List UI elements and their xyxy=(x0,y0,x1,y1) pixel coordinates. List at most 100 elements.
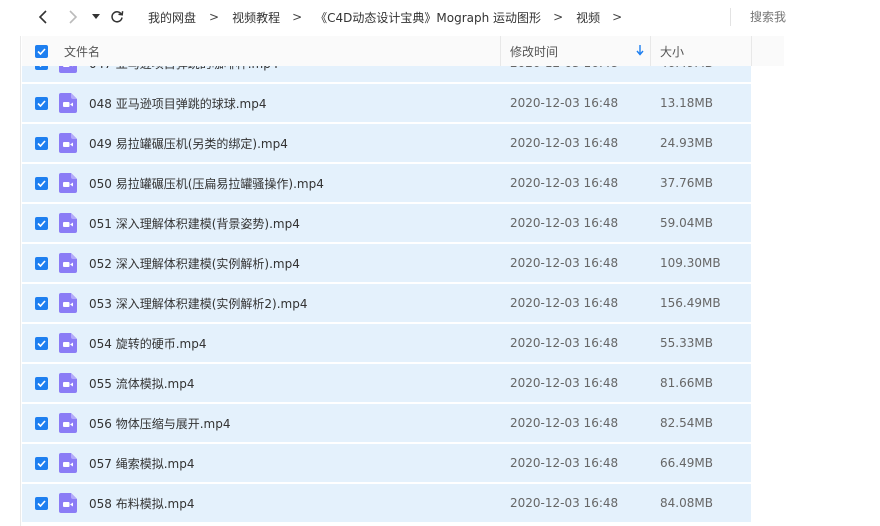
checkbox[interactable] xyxy=(35,496,48,510)
row-checkbox[interactable] xyxy=(35,124,48,162)
file-row[interactable]: 054 旋转的硬币.mp4 2020-12-03 16:48 55.33MB xyxy=(22,324,784,362)
video-file-icon xyxy=(59,364,77,402)
file-row[interactable]: 051 深入理解体积建模(背景姿势).mp4 2020-12-03 16:48 … xyxy=(22,204,784,242)
checkbox[interactable] xyxy=(35,296,48,310)
file-row[interactable]: 047 亚马逊项目弹跳的咖啡杯.mp4 2020-12-03 16:48 46.… xyxy=(22,66,784,82)
checkmark-icon xyxy=(37,459,46,467)
row-spacer xyxy=(751,84,784,122)
divider xyxy=(730,8,731,26)
file-row[interactable]: 053 深入理解体积建模(实例解析2).mp4 2020-12-03 16:48… xyxy=(22,284,784,322)
checkmark-icon xyxy=(37,379,46,387)
breadcrumb-item-videos[interactable]: 视频 xyxy=(576,9,600,26)
row-spacer xyxy=(751,164,784,202)
row-spacer xyxy=(751,284,784,322)
file-name[interactable]: 048 亚马逊项目弹跳的球球.mp4 xyxy=(89,84,266,122)
breadcrumb-separator: > xyxy=(612,10,623,24)
checkbox[interactable] xyxy=(35,136,48,150)
select-all-checkbox[interactable] xyxy=(35,36,48,66)
file-name[interactable]: 055 流体模拟.mp4 xyxy=(89,364,194,402)
forward-button[interactable] xyxy=(64,6,82,28)
file-row[interactable]: 056 物体压缩与展开.mp4 2020-12-03 16:48 82.54MB xyxy=(22,404,784,442)
row-checkbox[interactable] xyxy=(35,66,48,82)
row-checkbox[interactable] xyxy=(35,164,48,202)
file-row[interactable]: 048 亚马逊项目弹跳的球球.mp4 2020-12-03 16:48 13.1… xyxy=(22,84,784,122)
file-size: 109.30MB xyxy=(660,256,721,270)
file-row[interactable]: 058 布料模拟.mp4 2020-12-03 16:48 84.08MB xyxy=(22,484,784,522)
file-row[interactable]: 057 绳索模拟.mp4 2020-12-03 16:48 66.49MB xyxy=(22,444,784,482)
file-row[interactable]: 050 易拉罐碾压机(压扁易拉罐骚操作).mp4 2020-12-03 16:4… xyxy=(22,164,784,202)
file-name[interactable]: 052 深入理解体积建模(实例解析).mp4 xyxy=(89,244,300,282)
file-modified-date: 2020-12-03 16:48 xyxy=(510,296,619,310)
row-checkbox[interactable] xyxy=(35,404,48,442)
checkbox[interactable] xyxy=(35,336,48,350)
file-row[interactable]: 052 深入理解体积建模(实例解析).mp4 2020-12-03 16:48 … xyxy=(22,244,784,282)
checkbox[interactable] xyxy=(35,256,48,270)
checkbox[interactable] xyxy=(35,416,48,430)
row-spacer xyxy=(751,324,784,362)
file-name[interactable]: 053 深入理解体积建模(实例解析2).mp4 xyxy=(89,284,307,322)
file-name[interactable]: 047 亚马逊项目弹跳的咖啡杯.mp4 xyxy=(89,66,278,82)
breadcrumb-item-c4d-course[interactable]: 《C4D动态设计宝典》Mograph 运动图形 xyxy=(315,9,541,26)
row-spacer xyxy=(751,244,784,282)
checkbox[interactable] xyxy=(35,66,48,70)
video-file-icon xyxy=(59,164,77,202)
refresh-button[interactable] xyxy=(108,6,126,28)
search-input[interactable] xyxy=(750,8,790,26)
checkbox[interactable] xyxy=(35,44,48,58)
breadcrumb: 我的网盘 > 视频教程 > 《C4D动态设计宝典》Mograph 运动图形 > … xyxy=(148,0,635,34)
row-checkbox[interactable] xyxy=(35,484,48,522)
column-divider[interactable] xyxy=(751,36,752,66)
checkbox[interactable] xyxy=(35,96,48,110)
divider xyxy=(20,36,21,526)
video-file-icon xyxy=(59,324,77,362)
file-size: 66.49MB xyxy=(660,456,713,470)
row-checkbox[interactable] xyxy=(35,324,48,362)
history-dropdown-button[interactable] xyxy=(90,6,102,28)
file-size: 55.33MB xyxy=(660,336,713,350)
file-row[interactable]: 055 流体模拟.mp4 2020-12-03 16:48 81.66MB xyxy=(22,364,784,402)
file-row[interactable]: 049 易拉罐碾压机(另类的绑定).mp4 2020-12-03 16:48 2… xyxy=(22,124,784,162)
file-size: 46.49MB xyxy=(660,66,713,82)
file-name[interactable]: 049 易拉罐碾压机(另类的绑定).mp4 xyxy=(89,124,288,162)
file-name[interactable]: 051 深入理解体积建模(背景姿势).mp4 xyxy=(89,204,300,242)
arrow-down-icon[interactable] xyxy=(636,44,644,56)
checkmark-icon xyxy=(37,179,46,187)
checkbox[interactable] xyxy=(35,456,48,470)
column-header-size[interactable]: 大小 xyxy=(660,36,684,66)
file-name[interactable]: 057 绳索模拟.mp4 xyxy=(89,444,194,482)
row-checkbox[interactable] xyxy=(35,364,48,402)
row-checkbox[interactable] xyxy=(35,284,48,322)
file-name[interactable]: 058 布料模拟.mp4 xyxy=(89,484,194,522)
file-size: 156.49MB xyxy=(660,296,721,310)
breadcrumb-item-video-tutorials[interactable]: 视频教程 xyxy=(232,9,280,26)
row-checkbox[interactable] xyxy=(35,204,48,242)
column-divider[interactable] xyxy=(500,36,501,66)
column-header-name[interactable]: 文件名 xyxy=(64,36,100,66)
file-list-rows: 047 亚马逊项目弹跳的咖啡杯.mp4 2020-12-03 16:48 46.… xyxy=(22,66,784,524)
checkbox[interactable] xyxy=(35,376,48,390)
file-modified-date: 2020-12-03 16:48 xyxy=(510,136,619,150)
checkbox[interactable] xyxy=(35,176,48,190)
row-checkbox[interactable] xyxy=(35,84,48,122)
file-modified-date: 2020-12-03 16:48 xyxy=(510,216,619,230)
checkmark-icon xyxy=(37,299,46,307)
video-file-icon xyxy=(59,84,77,122)
checkbox[interactable] xyxy=(35,216,48,230)
file-name[interactable]: 056 物体压缩与展开.mp4 xyxy=(89,404,230,442)
column-divider[interactable] xyxy=(650,36,651,66)
file-modified-date: 2020-12-03 16:48 xyxy=(510,256,619,270)
file-name[interactable]: 054 旋转的硬币.mp4 xyxy=(89,324,206,362)
video-file-icon xyxy=(59,204,77,242)
back-button[interactable] xyxy=(34,6,52,28)
checkmark-icon xyxy=(37,99,46,107)
video-file-icon xyxy=(59,484,77,522)
video-file-icon xyxy=(59,124,77,162)
row-checkbox[interactable] xyxy=(35,244,48,282)
checkmark-icon xyxy=(39,66,42,67)
file-name[interactable]: 050 易拉罐碾压机(压扁易拉罐骚操作).mp4 xyxy=(89,164,324,202)
row-checkbox[interactable] xyxy=(35,444,48,482)
breadcrumb-item-my-drive[interactable]: 我的网盘 xyxy=(148,9,196,26)
column-header-date[interactable]: 修改时间 xyxy=(510,36,558,66)
file-list[interactable]: 047 亚马逊项目弹跳的咖啡杯.mp4 2020-12-03 16:48 46.… xyxy=(22,66,784,526)
checkmark-icon xyxy=(37,499,46,507)
